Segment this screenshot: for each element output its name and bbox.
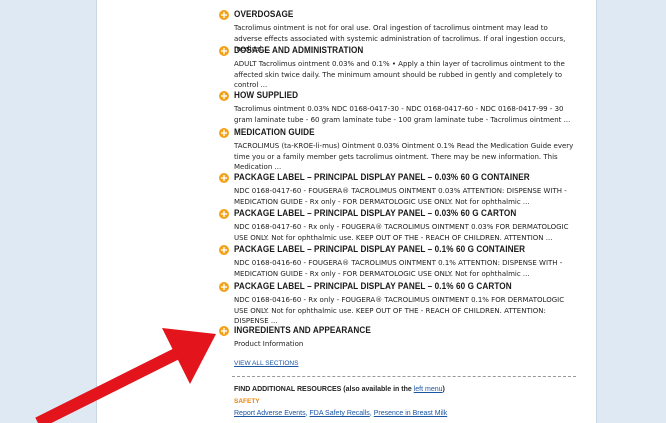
section-summary: NDC 0168-0416-60 - FOUGERA® TACROLIMUS O… (234, 259, 563, 278)
section-title[interactable]: PACKAGE LABEL – PRINCIPAL DISPLAY PANEL … (234, 172, 535, 184)
section-title[interactable]: INGREDIENTS AND APPEARANCE (234, 325, 535, 337)
section-ingredients-appearance[interactable]: INGREDIENTS AND APPEARANCE Product Infor… (219, 325, 584, 350)
section-title[interactable]: PACKAGE LABEL – PRINCIPAL DISPLAY PANEL … (234, 208, 535, 220)
section-summary: NDC 0168-0417-60 - FOUGERA® TACROLIMUS O… (234, 187, 567, 206)
plus-circle-icon[interactable] (219, 282, 229, 292)
section-title[interactable]: PACKAGE LABEL – PRINCIPAL DISPLAY PANEL … (234, 281, 535, 293)
section-label-003-container[interactable]: PACKAGE LABEL – PRINCIPAL DISPLAY PANEL … (219, 172, 584, 207)
plus-circle-icon[interactable] (219, 10, 229, 20)
section-label-01-carton[interactable]: PACKAGE LABEL – PRINCIPAL DISPLAY PANEL … (219, 281, 584, 327)
additional-resources-heading: FIND ADDITIONAL RESOURCES (also availabl… (234, 386, 445, 393)
section-dosage-administration[interactable]: DOSAGE AND ADMINISTRATION ADULT Tacrolim… (219, 45, 584, 91)
fda-safety-recalls-link[interactable]: FDA Safety Recalls (309, 410, 369, 417)
plus-circle-icon[interactable] (219, 209, 229, 219)
left-menu-link[interactable]: left menu (414, 386, 443, 393)
report-adverse-events-link[interactable]: Report Adverse Events (234, 410, 306, 417)
section-medication-guide[interactable]: MEDICATION GUIDE TACROLIMUS (ta-KROE-li-… (219, 127, 584, 173)
section-summary: NDC 0168-0417-60 - Rx only - FOUGERA® TA… (234, 223, 569, 242)
section-summary: ADULT Tacrolimus ointment 0.03% and 0.1%… (234, 60, 565, 89)
section-label-003-carton[interactable]: PACKAGE LABEL – PRINCIPAL DISPLAY PANEL … (219, 208, 584, 243)
plus-circle-icon[interactable] (219, 173, 229, 183)
safety-label: SAFETY (234, 398, 260, 405)
section-title[interactable]: DOSAGE AND ADMINISTRATION (234, 45, 535, 57)
section-title[interactable]: HOW SUPPLIED (234, 90, 535, 102)
section-title[interactable]: MEDICATION GUIDE (234, 127, 535, 139)
section-title[interactable]: PACKAGE LABEL – PRINCIPAL DISPLAY PANEL … (234, 244, 535, 256)
resources-heading-end: ) (442, 386, 445, 393)
section-title[interactable]: OVERDOSAGE (234, 9, 535, 21)
plus-circle-icon[interactable] (219, 245, 229, 255)
safety-links: Report Adverse Events, FDA Safety Recall… (234, 410, 447, 417)
plus-circle-icon[interactable] (219, 326, 229, 336)
breast-milk-link[interactable]: Presence in Breast Milk (374, 410, 448, 417)
section-summary: TACROLIMUS (ta-KROE-li-mus) Ointment 0.0… (234, 142, 574, 171)
section-summary: Product Information (234, 340, 304, 348)
plus-circle-icon[interactable] (219, 46, 229, 56)
plus-circle-icon[interactable] (219, 91, 229, 101)
resources-heading-text: FIND ADDITIONAL RESOURCES (also availabl… (234, 386, 414, 393)
section-label-01-container[interactable]: PACKAGE LABEL – PRINCIPAL DISPLAY PANEL … (219, 244, 584, 279)
section-how-supplied[interactable]: HOW SUPPLIED Tacrolimus ointment 0.03% N… (219, 90, 584, 125)
section-summary: NDC 0168-0416-60 - Rx only - FOUGERA® TA… (234, 296, 565, 325)
page-background-right (597, 0, 666, 423)
plus-circle-icon[interactable] (219, 128, 229, 138)
section-summary: Tacrolimus ointment 0.03% NDC 0168-0417-… (234, 105, 571, 124)
view-all-sections-link[interactable]: VIEW ALL SECTIONS (234, 360, 298, 367)
dashed-divider (232, 376, 576, 377)
page-background-left (0, 0, 96, 423)
